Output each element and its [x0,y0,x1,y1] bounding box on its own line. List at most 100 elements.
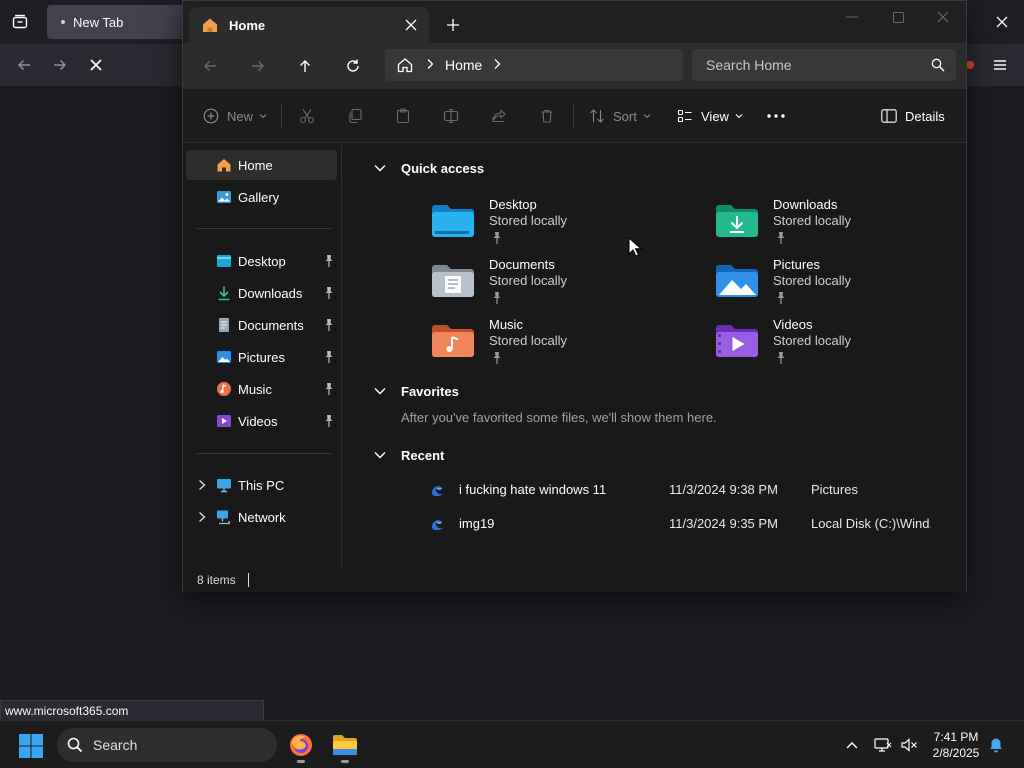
sidebar-item-music[interactable]: Music [186,374,337,404]
close-tab-icon[interactable] [397,11,425,39]
sidebar-item-downloads[interactable]: Downloads [186,278,337,308]
clock-date: 2/8/2025 [932,746,980,760]
quick-access-downloads[interactable]: Downloads Stored locally [715,195,955,251]
quick-access-documents[interactable]: Documents Stored locally [431,255,671,311]
app-menu-icon[interactable] [988,53,1012,77]
search-input[interactable] [706,57,920,73]
sidebar-item-home[interactable]: Home [186,150,337,180]
paste-icon[interactable] [395,102,411,130]
home-breadcrumb-icon[interactable] [385,56,425,74]
explorer-tab-home[interactable]: Home [189,7,429,43]
expand-chevron-icon[interactable] [196,510,208,524]
pin-icon[interactable] [323,318,335,332]
pin-icon[interactable] [323,286,335,300]
quick-access-videos[interactable]: Videos Stored locally [715,315,955,371]
firefox-taskbar-icon[interactable] [283,727,319,763]
recent-file-row[interactable]: i fucking hate windows 11 11/3/2024 9:38… [429,475,949,503]
folder-name: Videos [773,317,813,332]
sort-icon [590,109,604,123]
back-arrow-icon[interactable] [195,53,225,79]
sidebar-item-this-pc[interactable]: This PC [186,470,337,500]
sidebar-item-desktop[interactable]: Desktop [186,246,337,276]
section-quick-access[interactable]: Quick access [371,157,484,179]
sidebar-item-network[interactable]: Network [186,502,337,532]
view-button[interactable]: View [677,102,743,130]
pin-icon[interactable] [323,414,335,428]
section-title: Recent [401,447,445,463]
pin-icon [493,232,501,244]
sidebar-item-documents[interactable]: Documents [186,310,337,340]
search-icon[interactable] [920,58,956,72]
sidebar-divider [197,228,331,229]
back-arrow-icon[interactable] [12,53,36,77]
details-button[interactable]: Details [881,102,945,130]
breadcrumb-chevron-icon[interactable] [492,58,502,73]
notification-bell-icon[interactable] [986,735,1006,755]
volume-muted-icon[interactable] [899,735,919,755]
quick-access-pictures[interactable]: Pictures Stored locally [715,255,955,311]
copy-icon[interactable] [347,102,363,130]
windows-start-icon[interactable] [18,733,44,759]
search-box[interactable] [692,49,956,81]
section-favorites[interactable]: Favorites [371,380,459,402]
folder-name: Documents [489,257,555,272]
chevron-down-icon [735,114,743,119]
section-recent[interactable]: Recent [371,444,444,466]
stop-loading-icon[interactable] [84,53,108,77]
minimize-icon[interactable] [829,1,875,33]
file-explorer-taskbar-icon[interactable] [327,727,363,763]
sidebar-item-gallery[interactable]: Gallery [186,182,337,212]
pin-icon[interactable] [323,350,335,364]
quick-access-music[interactable]: Music Stored locally [431,315,671,371]
sort-button[interactable]: Sort [589,102,651,130]
address-row: Home [183,43,966,89]
chevron-down-icon[interactable] [371,386,389,396]
breadcrumb-home[interactable]: Home [445,57,482,73]
maximize-icon[interactable] [875,1,921,33]
pin-icon[interactable] [323,382,335,396]
chevron-down-icon[interactable] [371,163,389,173]
refresh-icon[interactable] [338,53,368,79]
cut-icon[interactable] [299,102,315,130]
list-all-tabs-icon[interactable] [8,10,32,34]
pin-icon[interactable] [323,254,335,268]
address-bar[interactable]: Home [385,49,683,81]
browser-close-icon[interactable] [990,10,1014,34]
sidebar-item-label: Documents [238,317,304,333]
new-button[interactable]: New [203,102,267,130]
show-hidden-icons-chevron-icon[interactable] [842,735,862,755]
status-bar: 8 items [183,568,966,592]
favorites-empty-message: After you've favorited some files, we'll… [401,410,717,425]
share-icon[interactable] [491,102,507,130]
close-window-icon[interactable] [920,1,966,33]
forward-arrow-icon[interactable] [48,53,72,77]
expand-chevron-icon[interactable] [196,478,208,492]
up-arrow-icon[interactable] [290,53,320,79]
browser-tab-new-tab[interactable]: New Tab [47,5,187,39]
sidebar-item-label: Music [238,381,272,397]
system-clock[interactable]: 7:41 PM 2/8/2025 [926,729,986,761]
rename-icon[interactable] [443,102,459,130]
downloads-icon [218,286,230,301]
new-tab-plus-icon[interactable] [441,13,465,37]
chevron-down-icon[interactable] [371,450,389,460]
sidebar-item-label: Network [238,509,286,525]
link-status-url: www.microsoft365.com [0,700,264,721]
pictures-folder-icon [716,265,758,297]
sort-label: Sort [613,108,637,124]
sidebar-item-videos[interactable]: Videos [186,406,337,436]
forward-arrow-icon[interactable] [243,53,273,79]
taskbar-search-box[interactable]: Search [57,728,277,762]
recent-file-name: img19 [459,515,495,531]
sidebar-item-pictures[interactable]: Pictures [186,342,337,372]
network-status-icon[interactable] [873,735,893,755]
pin-icon [493,352,501,364]
delete-icon[interactable] [539,102,555,130]
new-label: New [227,108,254,124]
folder-location: Stored locally [489,273,568,288]
breadcrumb-chevron-icon[interactable] [425,58,435,73]
see-more-icon[interactable] [767,102,785,130]
recent-file-row[interactable]: img19 11/3/2024 9:35 PM Local Disk (C:)\… [429,509,949,537]
pictures-icon [217,351,231,363]
search-icon [67,737,83,753]
